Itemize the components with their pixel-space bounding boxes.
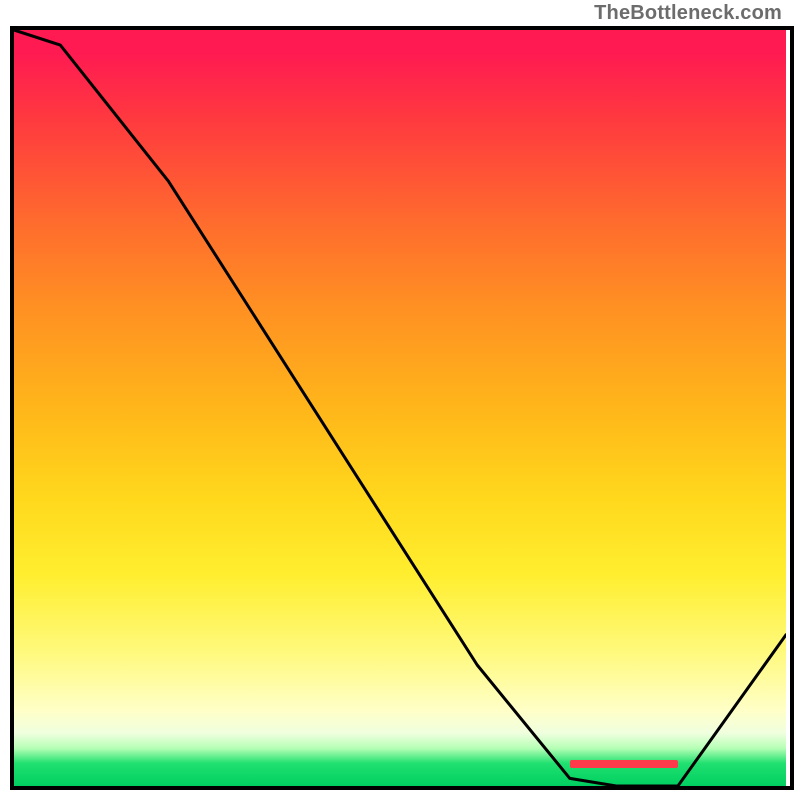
plot-border-right [790,26,794,790]
chart-container: TheBottleneck.com [0,0,800,800]
optimal-range-marker [570,760,678,768]
attribution-label: TheBottleneck.com [594,2,782,25]
plot-frame [10,30,790,790]
